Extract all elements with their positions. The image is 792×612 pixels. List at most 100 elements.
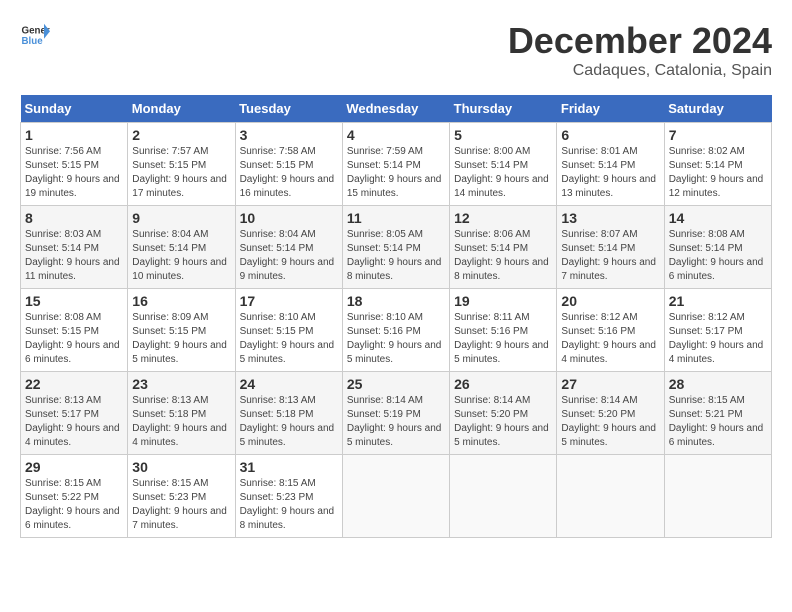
calendar-cell: 7Sunrise: 8:02 AMSunset: 5:14 PMDaylight… xyxy=(664,123,771,206)
day-number: 5 xyxy=(454,127,552,143)
day-info: Sunrise: 8:05 AMSunset: 5:14 PMDaylight:… xyxy=(347,228,445,284)
day-info: Sunrise: 8:15 AMSunset: 5:21 PMDaylight:… xyxy=(669,394,767,450)
day-info: Sunrise: 8:15 AMSunset: 5:23 PMDaylight:… xyxy=(240,477,338,533)
calendar-cell: 10 Sunrise: 8:04 AMSunset: 5:14 PMDayligh… xyxy=(235,206,342,289)
calendar-week-row: 22 Sunrise: 8:13 AMSunset: 5:17 PMDayligh… xyxy=(21,372,772,455)
day-number: 3 xyxy=(240,127,338,143)
calendar-cell: 12 Sunrise: 8:06 AMSunset: 5:14 PMDayligh… xyxy=(450,206,557,289)
logo: General Blue xyxy=(20,20,50,50)
day-number: 1 xyxy=(25,127,123,143)
calendar-cell: 26Sunrise: 8:14 AMSunset: 5:20 PMDayligh… xyxy=(450,372,557,455)
calendar-cell: 27 Sunrise: 8:14 AMSunset: 5:20 PMDayligh… xyxy=(557,372,664,455)
day-number: 10 xyxy=(240,210,338,226)
day-number: 14 xyxy=(669,210,767,226)
day-number: 9 xyxy=(132,210,230,226)
calendar-cell: 16Sunrise: 8:09 AMSunset: 5:15 PMDayligh… xyxy=(128,289,235,372)
calendar-cell: 20 Sunrise: 8:12 AMSunset: 5:16 PMDayligh… xyxy=(557,289,664,372)
calendar-cell xyxy=(342,455,449,538)
calendar-body: 1Sunrise: 7:56 AMSunset: 5:15 PMDaylight… xyxy=(21,123,772,538)
location-title: Cadaques, Catalonia, Spain xyxy=(508,62,772,80)
header: General Blue December 2024 Cadaques, Cat… xyxy=(20,20,772,80)
day-number: 15 xyxy=(25,293,123,309)
calendar-header-row: SundayMondayTuesdayWednesdayThursdayFrid… xyxy=(21,95,772,123)
day-number: 11 xyxy=(347,210,445,226)
calendar-cell: 14 Sunrise: 8:08 AMSunset: 5:14 PMDayligh… xyxy=(664,206,771,289)
calendar-cell: 5 Sunrise: 8:00 AMSunset: 5:14 PMDaylight… xyxy=(450,123,557,206)
day-info: Sunrise: 8:13 AMSunset: 5:18 PMDaylight:… xyxy=(240,394,338,450)
calendar-week-row: 8 Sunrise: 8:03 AMSunset: 5:14 PMDaylight… xyxy=(21,206,772,289)
day-info: Sunrise: 8:14 AMSunset: 5:20 PMDaylight:… xyxy=(561,394,659,450)
day-info: Sunrise: 8:13 AMSunset: 5:17 PMDaylight:… xyxy=(25,394,123,450)
day-number: 26 xyxy=(454,376,552,392)
day-number: 12 xyxy=(454,210,552,226)
calendar-cell: 24 Sunrise: 8:13 AMSunset: 5:18 PMDayligh… xyxy=(235,372,342,455)
calendar-cell: 13 Sunrise: 8:07 AMSunset: 5:14 PMDayligh… xyxy=(557,206,664,289)
calendar-cell: 9 Sunrise: 8:04 AMSunset: 5:14 PMDaylight… xyxy=(128,206,235,289)
day-number: 22 xyxy=(25,376,123,392)
day-info: Sunrise: 8:08 AMSunset: 5:15 PMDaylight:… xyxy=(25,311,123,367)
day-info: Sunrise: 8:02 AMSunset: 5:14 PMDaylight:… xyxy=(669,145,767,201)
day-info: Sunrise: 8:04 AMSunset: 5:14 PMDaylight:… xyxy=(240,228,338,284)
day-number: 6 xyxy=(561,127,659,143)
day-number: 21 xyxy=(669,293,767,309)
svg-text:Blue: Blue xyxy=(22,36,44,47)
day-number: 24 xyxy=(240,376,338,392)
day-header-saturday: Saturday xyxy=(664,95,771,123)
day-info: Sunrise: 8:03 AMSunset: 5:14 PMDaylight:… xyxy=(25,228,123,284)
day-number: 30 xyxy=(132,459,230,475)
calendar-cell: 8 Sunrise: 8:03 AMSunset: 5:14 PMDaylight… xyxy=(21,206,128,289)
month-title: December 2024 xyxy=(508,20,772,62)
day-header-tuesday: Tuesday xyxy=(235,95,342,123)
day-info: Sunrise: 8:07 AMSunset: 5:14 PMDaylight:… xyxy=(561,228,659,284)
day-number: 20 xyxy=(561,293,659,309)
calendar-cell xyxy=(664,455,771,538)
day-info: Sunrise: 8:04 AMSunset: 5:14 PMDaylight:… xyxy=(132,228,230,284)
calendar-cell: 3 Sunrise: 7:58 AMSunset: 5:15 PMDaylight… xyxy=(235,123,342,206)
day-number: 8 xyxy=(25,210,123,226)
day-number: 28 xyxy=(669,376,767,392)
calendar-cell: 30Sunrise: 8:15 AMSunset: 5:23 PMDayligh… xyxy=(128,455,235,538)
day-number: 18 xyxy=(347,293,445,309)
day-info: Sunrise: 8:00 AMSunset: 5:14 PMDaylight:… xyxy=(454,145,552,201)
day-info: Sunrise: 7:59 AMSunset: 5:14 PMDaylight:… xyxy=(347,145,445,201)
calendar-cell: 25Sunrise: 8:14 AMSunset: 5:19 PMDayligh… xyxy=(342,372,449,455)
calendar-cell: 11 Sunrise: 8:05 AMSunset: 5:14 PMDayligh… xyxy=(342,206,449,289)
day-header-monday: Monday xyxy=(128,95,235,123)
calendar-cell xyxy=(450,455,557,538)
calendar-week-row: 1Sunrise: 7:56 AMSunset: 5:15 PMDaylight… xyxy=(21,123,772,206)
day-number: 27 xyxy=(561,376,659,392)
day-info: Sunrise: 8:12 AMSunset: 5:17 PMDaylight:… xyxy=(669,311,767,367)
day-info: Sunrise: 8:10 AMSunset: 5:16 PMDaylight:… xyxy=(347,311,445,367)
day-info: Sunrise: 7:58 AMSunset: 5:15 PMDaylight:… xyxy=(240,145,338,201)
day-number: 4 xyxy=(347,127,445,143)
day-number: 19 xyxy=(454,293,552,309)
day-info: Sunrise: 8:10 AMSunset: 5:15 PMDaylight:… xyxy=(240,311,338,367)
day-info: Sunrise: 8:14 AMSunset: 5:19 PMDaylight:… xyxy=(347,394,445,450)
day-number: 13 xyxy=(561,210,659,226)
calendar-cell: 1Sunrise: 7:56 AMSunset: 5:15 PMDaylight… xyxy=(21,123,128,206)
day-number: 31 xyxy=(240,459,338,475)
day-header-wednesday: Wednesday xyxy=(342,95,449,123)
title-section: December 2024 Cadaques, Catalonia, Spain xyxy=(508,20,772,80)
calendar-cell: 28 Sunrise: 8:15 AMSunset: 5:21 PMDayligh… xyxy=(664,372,771,455)
day-number: 29 xyxy=(25,459,123,475)
day-info: Sunrise: 8:12 AMSunset: 5:16 PMDaylight:… xyxy=(561,311,659,367)
day-number: 16 xyxy=(132,293,230,309)
calendar-cell: 23Sunrise: 8:13 AMSunset: 5:18 PMDayligh… xyxy=(128,372,235,455)
day-number: 2 xyxy=(132,127,230,143)
calendar-week-row: 15 Sunrise: 8:08 AMSunset: 5:15 PMDayligh… xyxy=(21,289,772,372)
logo-icon: General Blue xyxy=(20,20,50,50)
day-header-thursday: Thursday xyxy=(450,95,557,123)
day-info: Sunrise: 8:08 AMSunset: 5:14 PMDaylight:… xyxy=(669,228,767,284)
day-info: Sunrise: 8:11 AMSunset: 5:16 PMDaylight:… xyxy=(454,311,552,367)
day-info: Sunrise: 8:13 AMSunset: 5:18 PMDaylight:… xyxy=(132,394,230,450)
day-info: Sunrise: 8:06 AMSunset: 5:14 PMDaylight:… xyxy=(454,228,552,284)
calendar-cell: 6Sunrise: 8:01 AMSunset: 5:14 PMDaylight… xyxy=(557,123,664,206)
calendar-cell: 4 Sunrise: 7:59 AMSunset: 5:14 PMDaylight… xyxy=(342,123,449,206)
calendar-cell: 19 Sunrise: 8:11 AMSunset: 5:16 PMDayligh… xyxy=(450,289,557,372)
calendar-cell: 21 Sunrise: 8:12 AMSunset: 5:17 PMDayligh… xyxy=(664,289,771,372)
calendar-cell: 22 Sunrise: 8:13 AMSunset: 5:17 PMDayligh… xyxy=(21,372,128,455)
day-header-friday: Friday xyxy=(557,95,664,123)
calendar-cell: 2Sunrise: 7:57 AMSunset: 5:15 PMDaylight… xyxy=(128,123,235,206)
day-header-sunday: Sunday xyxy=(21,95,128,123)
